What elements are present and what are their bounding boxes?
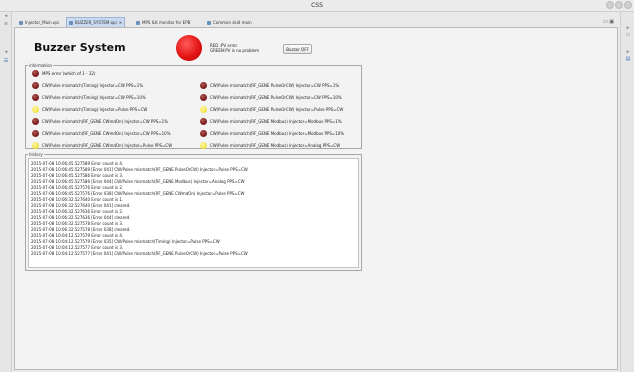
status-led-icon	[32, 106, 39, 113]
tab-common-skid-main[interactable]: Common skid main	[205, 18, 254, 27]
history-group: history 2015-07-08 10:06:45.527589 Error…	[25, 152, 362, 271]
tab-label: Common skid main	[213, 20, 252, 25]
info-right-item: CW/Pulse mismatch(RF_GENE PulseOrCW) Inj…	[200, 82, 339, 89]
history-line: 2015-07-08 10:06:32.527640 Error count i…	[31, 197, 124, 202]
history-label: history	[28, 152, 44, 157]
history-line: 2015-07-08 10:06:45.527589 Error count i…	[31, 161, 124, 166]
tab-label: BUZZER_SYSTEM.opi	[75, 20, 117, 25]
history-line: 2015-07-08 10:06:45.527576 Error count i…	[31, 185, 124, 190]
outline-icon[interactable]: ☰	[3, 59, 9, 64]
tab-buzzer-system[interactable]: BUZZER_SYSTEM.opi ✕	[66, 17, 126, 27]
status-led-icon	[32, 82, 39, 89]
info-left-item: CW/Pulse mismatch(RF_GENE CWmdOn) Inject…	[32, 142, 172, 149]
tab-close-icon[interactable]: ✕	[119, 20, 122, 25]
tab-label: Injector_Main.opi	[25, 20, 60, 25]
history-line: 2015-07-08 10:04:12.527579 [Error 035] C…	[31, 239, 220, 244]
info-left-item: CW/Pulse mismatch(Timing) Injector=CW PP…	[32, 94, 146, 101]
status-led-icon	[32, 142, 39, 149]
information-label: information	[28, 63, 54, 68]
left-trim-bar: ◂ ≡ ◂ ☰	[0, 12, 12, 372]
info-right-item: CW/Pulse mismatch(RF_GENE PulseOrCW) Inj…	[200, 94, 342, 101]
close-button[interactable]	[624, 1, 632, 9]
history-line: 2015-07-08 10:04:12.527577 Error count i…	[31, 245, 124, 250]
view-icon[interactable]: ▭	[625, 33, 631, 38]
opi-file-icon	[207, 20, 211, 25]
history-line: 2015-07-08 10:06:45.527589 [Error 041] C…	[31, 167, 248, 172]
mps-error-indicator: MPS error (which of 1 - 32)	[32, 70, 95, 77]
status-led-icon	[200, 94, 207, 101]
window-titlebar: CSS	[0, 0, 634, 12]
history-line: 2015-07-08 10:06:32.527636 Error count i…	[31, 209, 124, 214]
status-led-icon	[200, 82, 207, 89]
info-left-item: CW/Pulse mismatch(RF_GENE CWmdOn) Inject…	[32, 118, 168, 125]
buzzer-status-led	[176, 35, 202, 61]
history-log[interactable]: 2015-07-08 10:06:45.527589 Error count i…	[28, 158, 359, 268]
minimize-button[interactable]	[606, 1, 614, 9]
info-right-item: CW/Pulse mismatch(RF_GENE Modbus) Inject…	[200, 130, 344, 137]
page-title: Buzzer System	[34, 41, 126, 54]
tab-mps-ilk-monitor[interactable]: MPS ILK monitor for EPB	[134, 18, 192, 27]
info-right-item: CW/Pulse mismatch(RF_GENE Modbus) Inject…	[200, 142, 340, 149]
info-left-item: CW/Pulse mismatch(Timing) Injector=Pulse…	[32, 106, 147, 113]
info-left-item: CW/Pulse mismatch(RF_GENE CWmdOn) Inject…	[32, 130, 171, 137]
status-led-icon	[200, 106, 207, 113]
navigator-icon[interactable]: ▸	[625, 50, 631, 55]
tab-view-controls[interactable]: ▭ ▣	[603, 19, 614, 25]
history-line: 2015-07-08 10:06:45.527586 Error count i…	[31, 173, 124, 178]
opi-editor-area: Buzzer System RED :PV error GREEN:PV is …	[14, 27, 618, 370]
history-line: 2015-07-08 10:06:32.527578 Error count i…	[31, 221, 124, 226]
window-title: CSS	[311, 2, 323, 9]
tab-injector-main[interactable]: Injector_Main.opi	[17, 18, 61, 27]
window-controls	[606, 1, 632, 9]
status-led-icon	[200, 118, 207, 125]
status-led-icon	[32, 70, 39, 77]
history-line: 2015-07-08 10:06:45.527586 [Error 044] C…	[31, 179, 245, 184]
tab-label: MPS ILK monitor for EPB	[142, 20, 191, 25]
history-line: 2015-07-08 10:06:32.527636 [Error 044] c…	[31, 215, 131, 220]
history-line: 2015-07-08 10:06:45.527576 [Error 038] C…	[31, 191, 245, 196]
navigator-icon[interactable]: ◂	[3, 50, 9, 55]
buzzer-off-button[interactable]: Buzzer OFF	[283, 44, 312, 54]
console-icon[interactable]: ▤	[625, 57, 631, 62]
status-led-icon	[32, 94, 39, 101]
opi-file-icon	[136, 20, 140, 25]
editor-tab-bar: Injector_Main.opi BUZZER_SYSTEM.opi ✕ MP…	[14, 17, 618, 27]
info-left-item: CW/Pulse mismatch(Timing) Injector=CW PP…	[32, 82, 143, 89]
view-icon[interactable]: ≡	[3, 22, 9, 27]
restore-icon[interactable]: ◂	[3, 14, 9, 19]
history-line: 2015-07-08 10:04:12.527579 Error count i…	[31, 233, 124, 238]
opi-file-icon	[69, 20, 73, 25]
maximize-button[interactable]	[615, 1, 623, 9]
status-led-icon	[200, 142, 207, 149]
status-led-icon	[32, 118, 39, 125]
right-trim-bar: ▸ ▭ ▸ ▤	[620, 12, 634, 372]
info-right-item: CW/Pulse mismatch(RF_GENE Modbus) Inject…	[200, 118, 342, 125]
history-line: 2015-07-08 10:06:32.527640 [Error 041] c…	[31, 203, 131, 208]
info-right-item: CW/Pulse mismatch(RF_GENE PulseOrCW) Inj…	[200, 106, 343, 113]
information-group: information MPS error (which of 1 - 32) …	[25, 63, 362, 149]
history-line: 2015-07-08 10:04:12.527577 [Error 041] C…	[31, 251, 248, 256]
status-legend: RED :PV error GREEN:PV is no problem	[210, 43, 259, 53]
history-line: 2015-07-08 10:06:32.527578 [Error 038] c…	[31, 227, 131, 232]
restore-icon[interactable]: ▸	[625, 26, 631, 31]
status-led-icon	[32, 130, 39, 137]
opi-file-icon	[19, 20, 23, 25]
legend-green: GREEN:PV is no problem	[210, 48, 259, 53]
status-led-icon	[200, 130, 207, 137]
